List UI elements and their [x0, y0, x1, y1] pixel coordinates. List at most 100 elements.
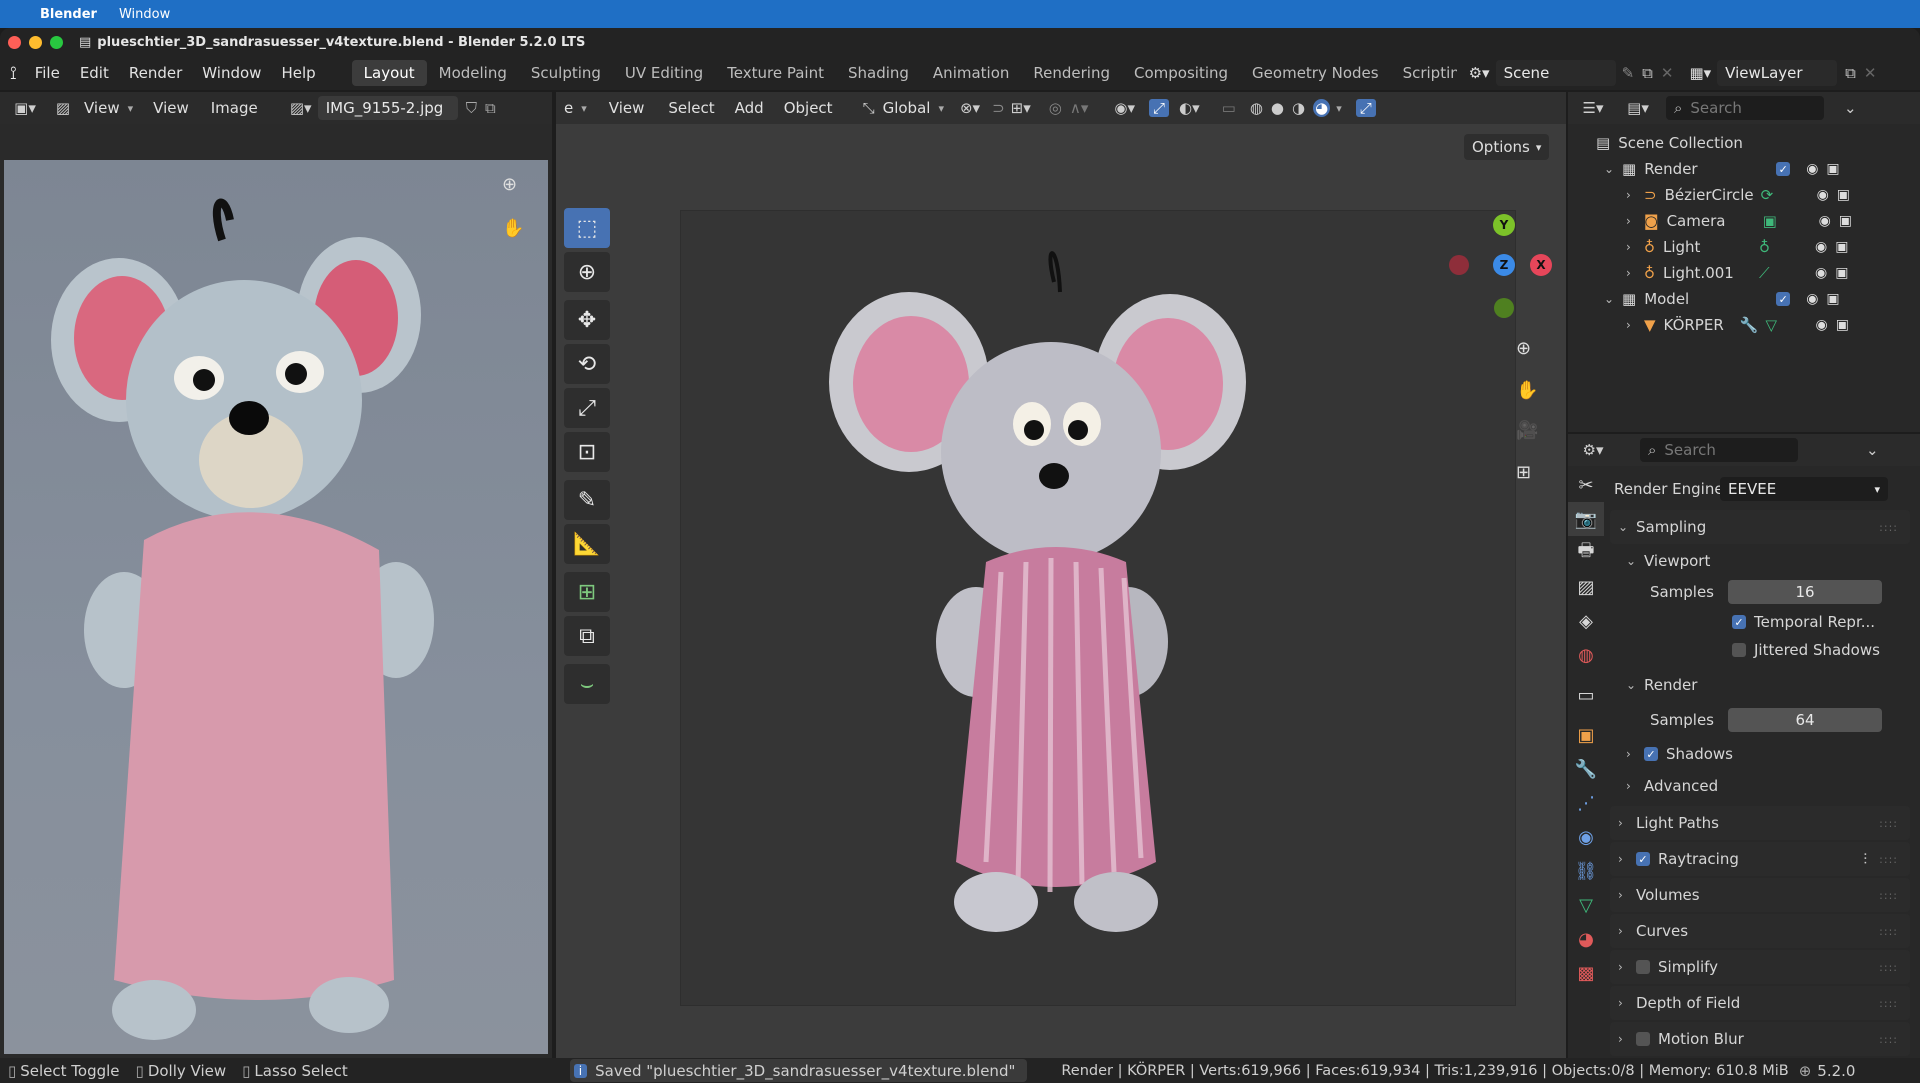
- outliner-row-light-001[interactable]: › ♁ Light.001 ⟋ ◉ ▣: [1596, 260, 1920, 286]
- jittered-shadows-checkbox[interactable]: [1732, 643, 1746, 657]
- expand-icon[interactable]: ›: [1626, 214, 1644, 228]
- tab-animation[interactable]: Animation: [921, 60, 1021, 86]
- collapse-icon[interactable]: ⌄: [1604, 162, 1622, 176]
- collection-tab-icon[interactable]: ▭: [1568, 678, 1604, 712]
- output-tab-icon[interactable]: 🖶: [1568, 536, 1604, 570]
- properties-search-input[interactable]: ⌕ Search: [1640, 438, 1798, 462]
- world-tab-icon[interactable]: ◍: [1568, 638, 1604, 672]
- subpanel-viewport[interactable]: ⌄ Viewport: [1610, 546, 1910, 576]
- panel-light-paths[interactable]: › Light Paths::::: [1610, 806, 1910, 840]
- camera-render-icon[interactable]: ▣: [1826, 161, 1839, 177]
- 3d-viewport[interactable]: e ▾ View Select Add Object ⤡ Global ▾ ⊗▾…: [556, 92, 1566, 1058]
- properties-type-icon[interactable]: ⚙▾: [1568, 441, 1618, 459]
- transform-tool[interactable]: ⊡: [564, 432, 610, 472]
- gizmo-z-axis[interactable]: Z: [1493, 254, 1515, 276]
- tab-modeling[interactable]: Modeling: [427, 60, 519, 86]
- menu-edit[interactable]: Edit: [70, 64, 119, 82]
- snap-icon[interactable]: ⊃: [992, 99, 1005, 117]
- object-tab-icon[interactable]: ▣: [1568, 718, 1604, 752]
- tab-uv-editing[interactable]: UV Editing: [613, 60, 715, 86]
- outliner-type-icon[interactable]: ☰▾: [1568, 99, 1618, 117]
- drag-handle-icon[interactable]: ::::: [1879, 889, 1898, 902]
- menu-file[interactable]: File: [25, 64, 70, 82]
- panel-motion-blur[interactable]: › Motion Blur::::: [1610, 1022, 1910, 1056]
- outliner-row-light[interactable]: › ♁ Light ♁ ◉ ▣: [1596, 234, 1920, 260]
- close-window-button[interactable]: [8, 35, 21, 49]
- add-mesh-tool[interactable]: ⧉: [564, 616, 610, 656]
- scene-tab-icon[interactable]: ◈: [1568, 604, 1604, 638]
- panel-volumes[interactable]: › Volumes::::: [1610, 878, 1910, 912]
- gizmo-toggle-icon[interactable]: ⤢: [1149, 99, 1170, 117]
- tool-tab-icon[interactable]: ✂: [1568, 468, 1604, 502]
- drag-handle-icon[interactable]: ::::: [1879, 1033, 1898, 1046]
- menu-help[interactable]: Help: [271, 64, 325, 82]
- simplify-checkbox[interactable]: [1636, 960, 1650, 974]
- select-box-tool[interactable]: ⬚: [564, 208, 610, 248]
- include-checkbox[interactable]: ✓: [1776, 162, 1791, 176]
- mac-menu-window[interactable]: Window: [119, 7, 170, 22]
- render-tab-icon[interactable]: 📷: [1568, 502, 1604, 536]
- view-layer-field[interactable]: ViewLayer: [1717, 60, 1838, 86]
- tab-rendering[interactable]: Rendering: [1021, 60, 1122, 86]
- editor-type-icon[interactable]: ▣▾: [0, 99, 50, 117]
- subpanel-render[interactable]: ⌄ Render: [1610, 666, 1910, 704]
- image-browse-icon[interactable]: ▨▾: [284, 99, 318, 117]
- collapse-icon[interactable]: ⌄: [1604, 292, 1622, 306]
- texture-tab-icon[interactable]: ▩: [1568, 956, 1604, 990]
- delete-scene-icon[interactable]: ✕: [1661, 64, 1674, 82]
- drag-handle-icon[interactable]: ::::: [1879, 817, 1898, 830]
- perspective-grid-icon[interactable]: ⊞: [1516, 462, 1531, 483]
- snap-target-icon[interactable]: ⊞▾: [1011, 99, 1031, 117]
- eye-icon[interactable]: ◉: [1819, 213, 1831, 229]
- zoom-window-button[interactable]: [50, 35, 63, 49]
- eye-icon[interactable]: ◉: [1817, 187, 1829, 203]
- gizmo-y-axis[interactable]: Y: [1493, 214, 1515, 236]
- render-samples-field[interactable]: 64: [1728, 708, 1882, 732]
- menu-object[interactable]: Object: [776, 96, 841, 120]
- tab-texture-paint[interactable]: Texture Paint: [715, 60, 836, 86]
- panel-simplify[interactable]: › Simplify::::: [1610, 950, 1910, 984]
- material-shading-icon[interactable]: ◑: [1292, 99, 1305, 117]
- new-image-icon[interactable]: ⧉: [485, 99, 496, 117]
- tab-geometry-nodes[interactable]: Geometry Nodes: [1240, 60, 1391, 86]
- rendered-shading-icon[interactable]: ◕: [1313, 99, 1331, 117]
- outliner-row-koerper[interactable]: › ▼ KÖRPER 🔧 ▽ ◉ ▣: [1596, 312, 1920, 338]
- curve-tool[interactable]: ⌣: [564, 664, 610, 704]
- modifier-tab-icon[interactable]: 🔧: [1568, 752, 1604, 786]
- camera-view-icon[interactable]: 🎥: [1516, 420, 1538, 441]
- expand-icon[interactable]: ›: [1626, 240, 1644, 254]
- menu-window[interactable]: Window: [192, 64, 271, 82]
- outliner-search-input[interactable]: ⌕ Search: [1666, 96, 1824, 120]
- expand-icon[interactable]: ›: [1626, 318, 1644, 332]
- subpanel-advanced[interactable]: › Advanced: [1610, 772, 1910, 800]
- solid-shading-icon[interactable]: ●: [1271, 99, 1284, 117]
- material-tab-icon[interactable]: ◕: [1568, 922, 1604, 956]
- gizmo-neg-x-axis[interactable]: [1449, 255, 1469, 275]
- preset-icon[interactable]: ⫶: [1863, 850, 1867, 868]
- panel-sampling[interactable]: ⌄ Sampling::::: [1610, 510, 1910, 544]
- scene-collection-row[interactable]: ▤ Scene Collection: [1596, 130, 1920, 156]
- eye-icon[interactable]: ◉: [1806, 291, 1818, 307]
- camera-render-icon[interactable]: ▣: [1837, 187, 1850, 203]
- eye-icon[interactable]: ◉: [1815, 265, 1827, 281]
- constraints-tab-icon[interactable]: ⛓: [1568, 854, 1604, 888]
- gizmo-x-axis[interactable]: X: [1530, 254, 1552, 276]
- filter-icon[interactable]: ⌄: [1844, 99, 1857, 117]
- scene-field[interactable]: Scene: [1495, 60, 1616, 86]
- new-scene-icon[interactable]: ⧉: [1642, 64, 1653, 82]
- orientation-dropdown[interactable]: Global: [875, 96, 939, 120]
- scene-icon[interactable]: ⚙▾: [1469, 64, 1490, 82]
- shadows-checkbox[interactable]: ✓: [1644, 747, 1658, 761]
- xray-icon[interactable]: ▭: [1222, 99, 1236, 117]
- report-message[interactable]: i Saved "plueschtier_3D_sandrasuesser_v4…: [569, 1059, 1028, 1082]
- scale-tool[interactable]: ⤢: [564, 388, 610, 428]
- temporal-checkbox[interactable]: ✓: [1732, 615, 1746, 629]
- eye-icon[interactable]: ◉: [1806, 161, 1818, 177]
- cursor-tool[interactable]: ⊕: [564, 252, 610, 292]
- annotate-tool[interactable]: ✎: [564, 480, 610, 520]
- minimize-window-button[interactable]: [29, 35, 42, 49]
- raytracing-checkbox[interactable]: ✓: [1636, 852, 1650, 866]
- menu-view[interactable]: View: [145, 96, 197, 120]
- expand-icon[interactable]: ›: [1626, 266, 1644, 280]
- delete-view-layer-icon[interactable]: ✕: [1864, 64, 1877, 82]
